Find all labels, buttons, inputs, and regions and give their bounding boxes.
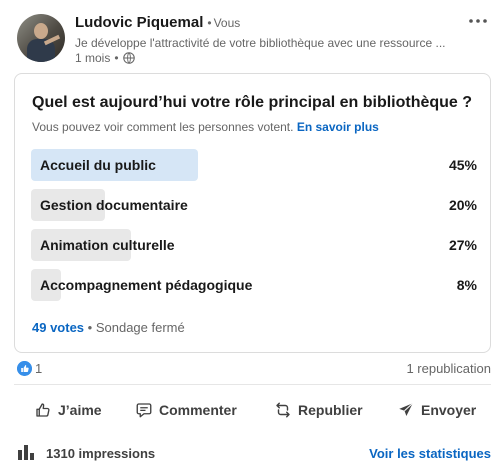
social-counts: 1 1 republication (17, 361, 491, 377)
poll-votes[interactable]: 49 votes (32, 320, 84, 335)
poll-option[interactable]: Accompagnement pédagogique 8% (31, 269, 477, 301)
repost-count[interactable]: 1 republication (406, 361, 491, 376)
send-icon (399, 402, 414, 416)
repost-icon (276, 402, 290, 418)
poll-card: Quel est aujourd’hui votre rôle principa… (14, 73, 491, 353)
author-line: Ludovic Piquemal • Vous (75, 14, 241, 31)
poll-option[interactable]: Accueil du public 45% (31, 149, 477, 181)
globe-icon (122, 52, 135, 64)
poll-subtext: Vous pouvez voir comment les personnes v… (32, 120, 379, 134)
like-reaction-icon[interactable] (17, 361, 32, 376)
author-headline: Je développe l'attractivité de votre bib… (75, 36, 446, 50)
bar-chart-icon (18, 445, 34, 460)
learn-more-link[interactable]: En savoir plus (297, 120, 379, 134)
post-meta: 1 mois • (75, 51, 135, 65)
poll-option-label: Accueil du public (40, 157, 156, 173)
poll-subtext-text: Vous pouvez voir comment les personnes v… (32, 120, 294, 134)
repost-label: Republier (298, 402, 363, 418)
poll-option-label: Accompagnement pédagogique (40, 277, 253, 293)
more-horizontal-icon[interactable] (467, 12, 489, 30)
send-button[interactable]: Envoyer (397, 391, 476, 429)
impressions-count[interactable]: 1310 impressions (46, 446, 155, 461)
post-header: Ludovic Piquemal • Vous Je développe l'att… (17, 14, 497, 66)
comment-button[interactable]: Commenter (135, 391, 237, 429)
poll-option[interactable]: Animation culturelle 27% (31, 229, 477, 261)
poll-option-percent: 45% (448, 157, 477, 173)
poll-option-percent: 20% (448, 197, 477, 213)
comment-label: Commenter (159, 402, 237, 418)
like-label: J’aime (58, 402, 102, 418)
thumbs-up-icon (36, 403, 50, 417)
author-name[interactable]: Ludovic Piquemal (75, 14, 203, 31)
action-bar: J’aime Commenter Republier Envoyer (14, 391, 491, 429)
view-stats-link[interactable]: Voir les statistiques (369, 446, 491, 461)
poll-option-percent: 27% (448, 237, 477, 253)
post-time: 1 mois (75, 51, 111, 65)
poll-option-percent: 8% (456, 277, 477, 293)
send-label: Envoyer (421, 402, 477, 418)
post-stats: 1310 impressions Voir les statistiques (17, 443, 491, 465)
reaction-count[interactable]: 1 (35, 361, 42, 376)
poll-status: Sondage fermé (95, 320, 185, 335)
divider (14, 384, 491, 385)
repost-button[interactable]: Republier (274, 391, 363, 429)
comment-icon (136, 403, 152, 418)
like-button[interactable]: J’aime (34, 391, 102, 429)
poll-option[interactable]: Gestion documentaire 20% (31, 189, 477, 221)
poll-question: Quel est aujourd’hui votre rôle principa… (32, 94, 473, 111)
avatar[interactable] (17, 14, 65, 62)
author-badge: Vous (213, 16, 241, 30)
poll-option-label: Gestion documentaire (40, 197, 188, 213)
poll-footer: 49 votes • Sondage fermé (32, 320, 185, 335)
poll-option-label: Animation culturelle (40, 237, 175, 253)
